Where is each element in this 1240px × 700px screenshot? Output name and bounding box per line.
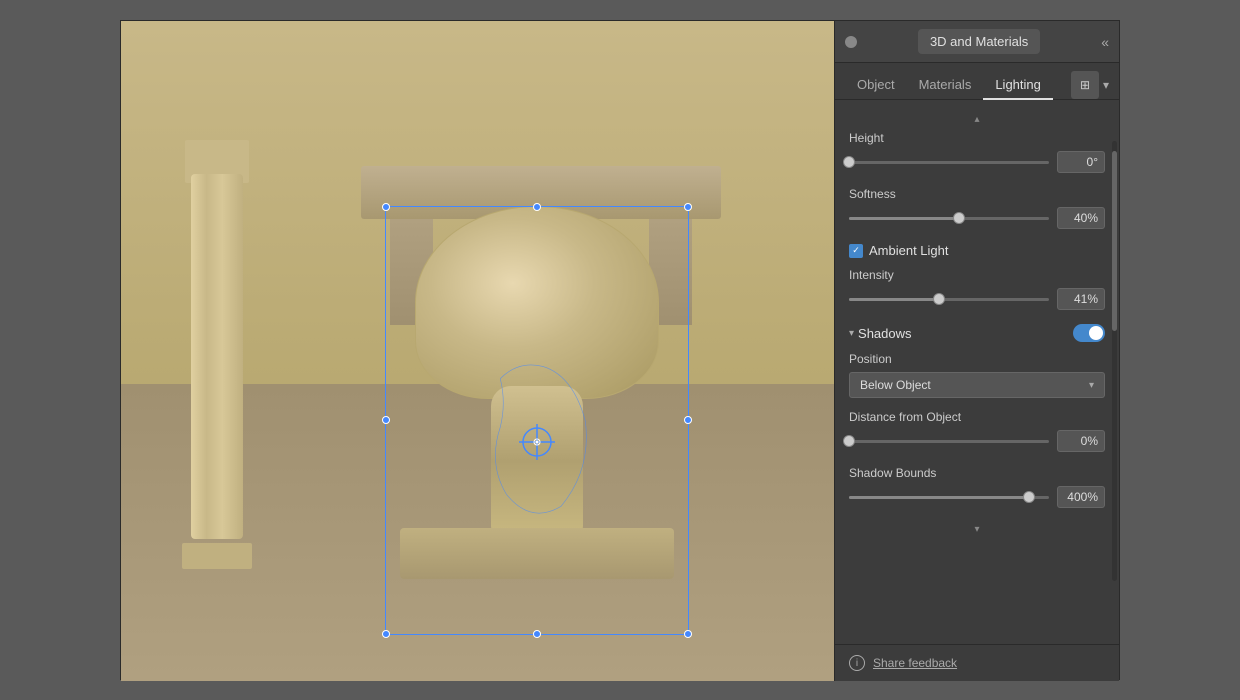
- position-section: Position Below Object ▾: [849, 352, 1105, 398]
- position-label: Position: [849, 352, 1105, 366]
- panel-titlebar: 3D and Materials «: [835, 21, 1119, 63]
- intensity-section: Intensity 41%: [849, 268, 1105, 310]
- position-select[interactable]: Below Object ▾: [849, 372, 1105, 398]
- panel-controls: [845, 36, 857, 48]
- position-chevron-icon: ▾: [1089, 380, 1094, 391]
- shadows-header: ▾ Shadows: [849, 324, 1105, 342]
- chevron-up-icon: ▴: [974, 114, 979, 125]
- softness-slider-row: 40%: [849, 207, 1105, 229]
- height-label: Height: [849, 131, 1105, 145]
- height-section: Height 0°: [849, 131, 1105, 173]
- intensity-slider-row: 41%: [849, 288, 1105, 310]
- scroll-up: ▴: [849, 112, 1105, 131]
- shadows-label: Shadows: [858, 326, 911, 341]
- main-window: 3D and Materials « Object Materials Ligh…: [120, 20, 1120, 680]
- shadow-bounds-section: Shadow Bounds 400%: [849, 466, 1105, 508]
- grid-icon-button[interactable]: ⊞: [1071, 71, 1099, 99]
- object-crosshair: [517, 422, 557, 462]
- distance-label: Distance from Object: [849, 410, 1105, 424]
- panel-scrollbar-thumb[interactable]: [1112, 151, 1117, 331]
- shadow-bounds-slider-thumb[interactable]: [1023, 491, 1035, 503]
- feedback-link[interactable]: Share feedback: [873, 656, 957, 670]
- toggle-knob: [1089, 326, 1103, 340]
- close-button[interactable]: [845, 36, 857, 48]
- height-slider-row: 0°: [849, 151, 1105, 173]
- collapse-button[interactable]: «: [1101, 34, 1109, 50]
- intensity-value[interactable]: 41%: [1057, 288, 1105, 310]
- intensity-slider-fill: [849, 298, 939, 301]
- softness-slider-fill: [849, 217, 959, 220]
- panel-title: 3D and Materials: [918, 29, 1040, 54]
- shadow-bounds-label: Shadow Bounds: [849, 466, 1105, 480]
- scene-viewport[interactable]: [121, 21, 921, 681]
- intensity-slider-track[interactable]: [849, 298, 1049, 301]
- distance-slider-thumb[interactable]: [843, 435, 855, 447]
- ambient-light-row: ✓ Ambient Light: [849, 243, 1105, 258]
- panel-scrollbar[interactable]: [1112, 141, 1117, 581]
- shadows-title-row[interactable]: ▾ Shadows: [849, 326, 912, 341]
- softness-slider-track[interactable]: [849, 217, 1049, 220]
- scene-urn: [385, 206, 689, 635]
- tab-object[interactable]: Object: [845, 71, 907, 100]
- grid-icon: ⊞: [1080, 78, 1090, 92]
- feedback-bar: i Share feedback: [835, 644, 1119, 681]
- shadow-bounds-slider-fill: [849, 496, 1029, 499]
- info-icon: i: [849, 655, 865, 671]
- chevron-down-icon[interactable]: ▾: [1103, 78, 1109, 92]
- height-slider-thumb[interactable]: [843, 156, 855, 168]
- softness-value[interactable]: 40%: [1057, 207, 1105, 229]
- position-value: Below Object: [860, 378, 931, 392]
- scene-column: [185, 140, 249, 569]
- intensity-slider-thumb[interactable]: [933, 293, 945, 305]
- chevron-down-icon-2: ▾: [974, 524, 979, 535]
- shadows-chevron-icon: ▾: [849, 328, 854, 339]
- scroll-down: ▾: [849, 522, 1105, 537]
- intensity-label: Intensity: [849, 268, 1105, 282]
- panel-tabs: Object Materials Lighting ⊞ ▾: [835, 63, 1119, 100]
- shadow-bounds-slider-track[interactable]: [849, 496, 1049, 499]
- properties-panel: 3D and Materials « Object Materials Ligh…: [834, 21, 1119, 681]
- shadows-toggle[interactable]: [1073, 324, 1105, 342]
- softness-section: Softness 40%: [849, 187, 1105, 229]
- tab-icons: ⊞ ▾: [1071, 71, 1109, 99]
- distance-section: Distance from Object 0%: [849, 410, 1105, 452]
- ambient-light-label: Ambient Light: [869, 243, 949, 258]
- panel-body[interactable]: ▴ Height 0° Softness: [835, 100, 1119, 644]
- tab-lighting[interactable]: Lighting: [983, 71, 1053, 100]
- distance-value[interactable]: 0%: [1057, 430, 1105, 452]
- check-icon: ✓: [852, 245, 860, 256]
- shadow-bounds-value[interactable]: 400%: [1057, 486, 1105, 508]
- softness-label: Softness: [849, 187, 1105, 201]
- distance-slider-row: 0%: [849, 430, 1105, 452]
- tab-materials[interactable]: Materials: [907, 71, 984, 100]
- height-value[interactable]: 0°: [1057, 151, 1105, 173]
- distance-slider-track[interactable]: [849, 440, 1049, 443]
- softness-slider-thumb[interactable]: [953, 212, 965, 224]
- ambient-light-checkbox[interactable]: ✓: [849, 244, 863, 258]
- height-slider-track[interactable]: [849, 161, 1049, 164]
- shadow-bounds-slider-row: 400%: [849, 486, 1105, 508]
